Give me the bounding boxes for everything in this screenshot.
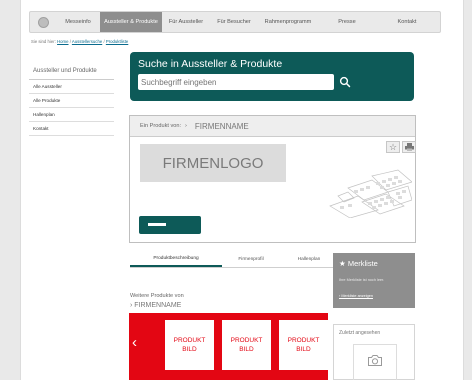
product-card-line2: BILD	[296, 346, 311, 353]
button-label-placeholder	[148, 223, 166, 226]
breadcrumb-produktliste-link[interactable]: Produktliste	[106, 39, 128, 44]
main-nav: Messeinfo Aussteller & Produkte Für Auss…	[29, 11, 441, 33]
nav-item-rahmenprogramm[interactable]: Rahmenprogramm	[258, 12, 318, 32]
sidebar-heading: Aussteller und Produkte	[29, 64, 114, 80]
tab-hallenplan[interactable]: Hallenplan	[280, 252, 338, 267]
search-panel: Suche in Aussteller & Produkte	[130, 52, 414, 101]
breadcrumb-prefix: Sie sind hier:	[31, 39, 56, 44]
company-action-button[interactable]	[139, 216, 201, 234]
search-title: Suche in Aussteller & Produkte	[138, 58, 283, 70]
home-icon	[37, 16, 49, 28]
breadcrumb: Sie sind hier: Home / Ausstellersuche / …	[31, 39, 128, 44]
merkliste-text: Ihre Merkliste ist noch leer.	[339, 278, 385, 282]
sidebar-item-alle-produkte[interactable]: Alle Produkte	[29, 94, 114, 108]
merkliste-link[interactable]: › Merkliste anzeigen	[339, 294, 373, 298]
merkliste-heading: ★ Merkliste	[339, 259, 378, 268]
camera-icon	[368, 355, 382, 366]
product-tabs: Produktbeschreibung Firmenprofil Hallenp…	[130, 252, 338, 268]
recent-item-thumbnail[interactable]	[353, 344, 397, 380]
breadcrumb-home-link[interactable]: Home	[57, 39, 68, 44]
nav-item-kontakt[interactable]: Kontakt	[376, 12, 438, 32]
page: Messeinfo Aussteller & Produkte Für Auss…	[20, 0, 464, 380]
breadcrumb-separator: /	[103, 39, 105, 44]
more-products-company[interactable]: › FIRMENNAME	[130, 301, 184, 310]
sidebar: Aussteller und Produkte Alle Aussteller …	[29, 64, 114, 136]
product-carousel: ‹ PRODUKT BILD PRODUKT BILD PRODUKT BILD…	[129, 313, 328, 380]
star-icon: ★	[339, 259, 346, 268]
nav-item-aussteller-produkte[interactable]: Aussteller & Produkte	[100, 12, 162, 32]
breadcrumb-separator: /	[69, 39, 71, 44]
company-logo[interactable]: FIRMENLOGO	[140, 144, 286, 182]
company-name[interactable]: FIRMENNAME	[195, 122, 249, 131]
sidebar-item-alle-aussteller[interactable]: Alle Aussteller	[29, 80, 114, 94]
search-input[interactable]	[138, 74, 334, 90]
more-products-label: Weitere Produkte von	[130, 293, 184, 299]
nav-item-presse[interactable]: Presse	[318, 12, 376, 32]
recently-viewed-title: Zuletzt angesehen	[339, 330, 381, 336]
nav-item-messeinfo[interactable]: Messeinfo	[56, 12, 100, 32]
nav-item-fuer-besucher[interactable]: Für Besucher	[210, 12, 258, 32]
product-card-line1: PRODUKT	[287, 337, 320, 344]
product-card-line1: PRODUKT	[230, 337, 263, 344]
company-name-arrow: ›	[185, 123, 187, 129]
chevron-left-icon[interactable]: ‹	[132, 335, 137, 350]
company-prefix: Ein Produkt von:	[140, 123, 182, 129]
company-bar: Ein Produkt von: › FIRMENNAME	[130, 116, 415, 137]
sidebar-item-hallenplan[interactable]: Hallenplan	[29, 108, 114, 122]
product-card[interactable]: PRODUKT BILD	[165, 320, 214, 370]
star-icon[interactable]: ☆	[386, 141, 400, 153]
product-card-line1: PRODUKT	[173, 337, 206, 344]
product-card-line2: BILD	[239, 346, 254, 353]
chevron-right-icon[interactable]: ›	[317, 335, 322, 350]
product-card-line2: BILD	[182, 346, 197, 353]
product-card[interactable]: PRODUKT BILD	[222, 320, 271, 370]
hall-plan-map[interactable]	[328, 166, 412, 218]
recently-viewed-panel: Zuletzt angesehen	[333, 324, 415, 380]
tab-produktbeschreibung[interactable]: Produktbeschreibung	[130, 252, 222, 267]
breadcrumb-ausstellersuche-link[interactable]: Ausstellersuche	[72, 39, 102, 44]
print-icon[interactable]	[402, 141, 416, 153]
nav-item-fuer-aussteller[interactable]: Für Aussteller	[162, 12, 210, 32]
search-icon[interactable]	[339, 76, 351, 88]
more-products: Weitere Produkte von › FIRMENNAME	[130, 292, 184, 310]
tab-firmenprofil[interactable]: Firmenprofil	[222, 252, 280, 267]
home-button[interactable]	[30, 12, 56, 32]
merkliste-panel: ★ Merkliste Ihre Merkliste ist noch leer…	[333, 253, 415, 308]
merkliste-title: Merkliste	[347, 259, 378, 268]
company-panel: Ein Produkt von: › FIRMENNAME FIRMENLOGO…	[129, 115, 416, 243]
sidebar-item-kontakt[interactable]: Kontakt	[29, 122, 114, 136]
